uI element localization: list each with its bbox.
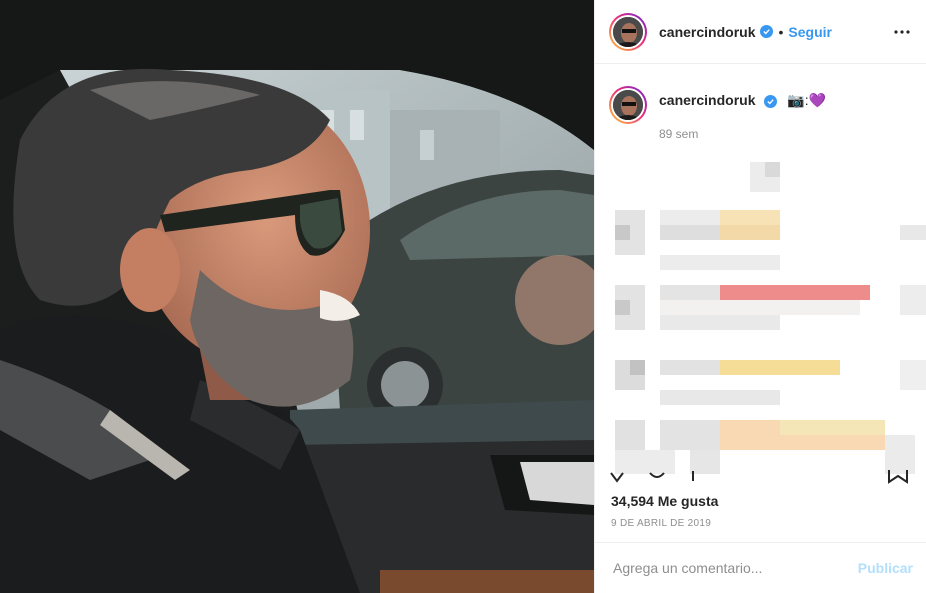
follow-button[interactable]: Seguir [788, 24, 832, 40]
share-icon[interactable] [687, 470, 699, 488]
caption-username[interactable]: canercindoruk [659, 92, 755, 108]
avatar-image [613, 16, 643, 47]
header-separator: • [778, 23, 784, 40]
add-comment-bar: Publicar [595, 542, 926, 593]
publish-button[interactable]: Publicar [858, 560, 913, 576]
avatar[interactable] [609, 12, 647, 51]
verified-badge-icon [764, 95, 778, 108]
post-date[interactable]: 9 DE ABRIL DE 2019 [611, 518, 711, 529]
post-photo[interactable] [0, 0, 594, 593]
comment-icon[interactable] [649, 470, 665, 488]
caption-avatar[interactable] [609, 86, 647, 124]
caption: canercindoruk 📷:💜 89 sem [595, 64, 926, 141]
post-header: canercindoruk • Seguir [595, 0, 926, 64]
instagram-post: canercindoruk • Seguir canercindoruk 📷:💜… [0, 0, 926, 593]
more-options-icon[interactable] [890, 20, 914, 44]
pixel-block [765, 162, 780, 177]
comments-list-pixelated [595, 156, 926, 474]
post-side-panel: canercindoruk • Seguir canercindoruk 📷:💜… [594, 0, 926, 593]
verified-badge-icon [760, 25, 774, 38]
header-username[interactable]: canercindoruk [659, 24, 755, 40]
man-in-car-photo [0, 0, 594, 593]
post-actions [609, 470, 913, 486]
heart-icon[interactable] [609, 470, 625, 488]
save-bookmark-icon[interactable] [887, 470, 909, 489]
comment-input[interactable] [611, 559, 858, 577]
likes-count[interactable]: 34,594 Me gusta [611, 493, 718, 509]
caption-text: 📷:💜 [787, 92, 827, 108]
avatar-image [613, 90, 643, 120]
caption-age[interactable]: 89 sem [659, 127, 826, 141]
